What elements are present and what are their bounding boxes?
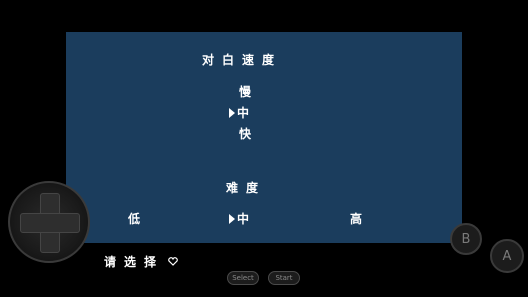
dpad-horizontal-arm [20,213,80,233]
prompt-text: 请选择 [104,253,179,270]
dialog-speed-option-fast[interactable]: 快 [239,125,251,142]
dialog-speed-title: 对白速度 [202,53,283,67]
difficulty-option-high[interactable]: 高 [350,210,362,227]
dpad-control[interactable] [8,181,90,263]
game-screen: 对白速度 慢 中 快 难度 低 中 高 [66,32,462,243]
dialog-speed-option-medium[interactable]: 中 [229,104,249,121]
prompt-label: 请选择 [104,255,165,269]
difficulty-title: 难度 [226,181,267,195]
start-button[interactable]: Start [268,271,300,285]
dialog-speed-option-slow[interactable]: 慢 [239,83,251,100]
dialog-speed-option-medium-label: 中 [237,106,250,120]
heart-outline-icon [164,255,179,269]
selection-cursor-icon [229,214,235,224]
difficulty-option-medium-label: 中 [237,212,250,226]
selection-cursor-icon [229,108,235,118]
a-button[interactable]: A [490,239,524,273]
b-button[interactable]: B [450,223,482,255]
difficulty-option-low[interactable]: 低 [128,210,140,227]
select-button[interactable]: Select [227,271,259,285]
difficulty-option-medium[interactable]: 中 [229,210,249,227]
